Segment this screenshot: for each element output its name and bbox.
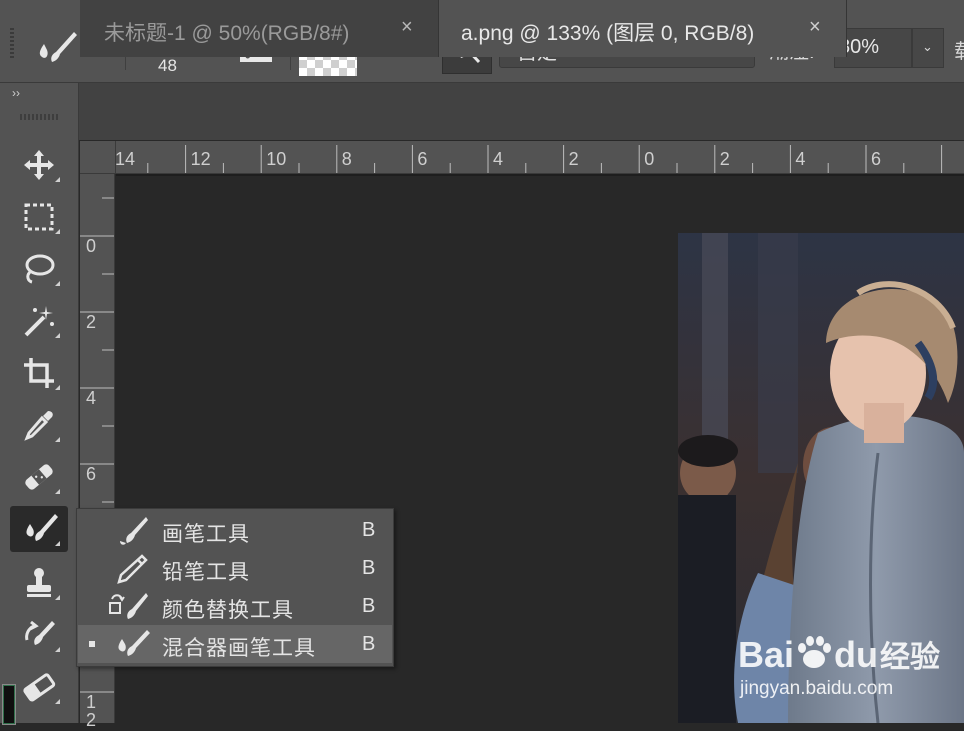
stamp-icon xyxy=(27,568,51,597)
tools-panel-grip[interactable] xyxy=(20,114,58,120)
ruler-label: 10 xyxy=(266,149,287,169)
brush-icon xyxy=(120,517,148,545)
chevron-down-icon: ⌄ xyxy=(922,39,933,54)
ruler-label: 6 xyxy=(86,464,97,484)
tool-group-indicator xyxy=(55,595,60,600)
mixer-brush-icon xyxy=(26,514,58,541)
tool-group-indicator xyxy=(55,229,60,234)
flyout-item-label: 画笔工具 xyxy=(162,523,250,546)
wet-dropdown-button[interactable]: ⌄ xyxy=(912,28,944,68)
clone-stamp-tool[interactable] xyxy=(10,560,68,606)
tool-group-indicator xyxy=(55,541,60,546)
mixer-brush-icon xyxy=(39,32,77,62)
lasso-icon xyxy=(25,254,55,284)
bandage-icon xyxy=(25,464,53,490)
ruler-label: 2 xyxy=(719,149,730,169)
options-bar-grip[interactable] xyxy=(10,28,14,58)
healing-brush-tool[interactable] xyxy=(10,454,68,500)
flyout-item-shortcut: B xyxy=(362,557,376,579)
crop-icon xyxy=(24,358,54,388)
watermark-brand-suffix: du xyxy=(834,634,879,675)
mixer-brush-tool[interactable] xyxy=(10,506,68,552)
ruler-label: 6 xyxy=(871,149,882,169)
horizontal-ruler[interactable]: 14 12 10 8 6 4 2 0 2 4 6 xyxy=(115,141,964,174)
tool-group-indicator xyxy=(55,333,60,338)
tool-group-indicator xyxy=(55,647,60,652)
eraser-icon xyxy=(23,673,56,702)
history-brush-icon xyxy=(25,620,55,645)
move-icon xyxy=(24,150,54,180)
flyout-item-color-replacement-tool[interactable]: 颜色替换工具 B xyxy=(78,587,392,625)
watermark-url: jingyan.baidu.com xyxy=(740,678,894,699)
close-icon[interactable]: × xyxy=(401,16,413,39)
tool-group-indicator xyxy=(55,281,60,286)
rectangular-marquee-icon xyxy=(24,203,54,231)
flyout-item-brush-tool[interactable]: 画笔工具 B xyxy=(78,511,392,549)
ruler-origin[interactable] xyxy=(80,141,116,174)
ruler-label: 4 xyxy=(493,149,504,169)
selected-indicator xyxy=(89,641,95,647)
foreground-color-swatch[interactable] xyxy=(2,684,16,725)
ruler-ticks xyxy=(147,145,943,173)
ruler-label: 8 xyxy=(341,149,352,169)
magic-wand-tool[interactable] xyxy=(10,298,68,344)
ruler-label: 2 xyxy=(568,149,579,169)
close-icon[interactable]: × xyxy=(809,16,821,39)
tab-title: a.png @ 133% (图层 0, RGB/8) xyxy=(461,22,755,45)
watermark-brand: Bai xyxy=(738,634,795,675)
move-tool[interactable] xyxy=(10,142,68,188)
document-tab-bar xyxy=(79,83,964,140)
ruler-label: 14 xyxy=(115,149,136,169)
marquee-tool[interactable] xyxy=(10,194,68,240)
mixer-brush-icon xyxy=(118,630,150,656)
tool-group-indicator xyxy=(55,489,60,494)
ruler-label: 2 xyxy=(86,312,97,332)
flyout-item-label: 铅笔工具 xyxy=(162,561,250,584)
collapse-panel-button[interactable]: ›› xyxy=(12,86,20,100)
tool-group-indicator xyxy=(55,177,60,182)
ruler-label: 2 xyxy=(86,710,97,730)
document-tab-a-png[interactable]: a.png @ 133% (图层 0, RGB/8) × xyxy=(440,0,847,57)
flyout-item-shortcut: B xyxy=(362,519,376,541)
brush-size-value: 48 xyxy=(158,56,177,75)
eyedropper-icon xyxy=(24,411,53,441)
history-brush-tool[interactable] xyxy=(10,612,68,658)
tool-group-indicator xyxy=(55,437,60,442)
eraser-tool[interactable] xyxy=(10,664,68,710)
baidu-jingyan-logo: Bai du经验 xyxy=(738,632,940,676)
load-label-partial: 载 xyxy=(954,35,964,64)
ruler-label: 4 xyxy=(795,149,806,169)
flyout-item-label: 颜色替换工具 xyxy=(162,599,294,622)
brush-tool-group-flyout: 画笔工具 B 铅笔工具 B 颜色替换工具 B 混合器画笔工具 B xyxy=(76,508,394,667)
lasso-tool[interactable] xyxy=(10,246,68,292)
flyout-item-shortcut: B xyxy=(362,595,376,617)
crop-tool[interactable] xyxy=(10,350,68,396)
flyout-item-pencil-tool[interactable]: 铅笔工具 B xyxy=(78,549,392,587)
watermark-cn: 经验 xyxy=(880,641,941,674)
ruler-label: 4 xyxy=(86,388,97,408)
tool-group-indicator xyxy=(55,385,60,390)
flyout-item-shortcut: B xyxy=(362,633,376,655)
color-replacement-icon xyxy=(109,593,148,619)
paw-icon xyxy=(798,636,832,668)
ruler-label: 12 xyxy=(190,149,211,169)
tab-title: 未标题-1 @ 50%(RGB/8#) xyxy=(104,22,350,45)
tool-group-indicator xyxy=(55,699,60,704)
flyout-item-label: 混合器画笔工具 xyxy=(162,637,316,660)
ruler-label: 0 xyxy=(644,149,655,169)
ruler-label: 0 xyxy=(86,236,97,256)
flyout-item-mixer-brush-tool[interactable]: 混合器画笔工具 B xyxy=(78,625,392,663)
document-tab-untitled[interactable]: 未标题-1 @ 50%(RGB/8#) × xyxy=(80,0,439,57)
ruler-label: 6 xyxy=(417,149,428,169)
eyedropper-tool[interactable] xyxy=(10,402,68,448)
pencil-icon xyxy=(117,554,148,584)
magic-wand-icon xyxy=(24,306,54,337)
